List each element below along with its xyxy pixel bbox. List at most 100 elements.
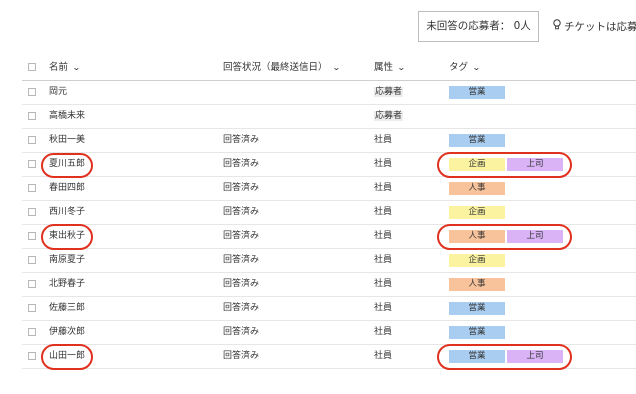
tag-badge[interactable]: 企画 — [449, 206, 505, 219]
table-body: 岡元 応募者 営業 高橋未来 応募者 秋田一美 回答済み 社員 営業 夏川五郎 回答済み 社員 企画 上司… — [22, 81, 636, 369]
applicant-name[interactable]: 高橋未来 — [49, 105, 85, 128]
answer-status: 回答済み — [223, 159, 260, 169]
table-row[interactable]: 山田一郎 回答済み 社員 営業 上司 — [22, 345, 636, 369]
header-tags[interactable]: タグ ⌄ — [449, 56, 481, 80]
attribute-cell: 応募者 — [374, 105, 404, 128]
tag-badge[interactable]: 営業 — [449, 326, 505, 339]
table-header: 名前 ⌄ 回答状況（最終送信日） ⌄ 属性 ⌄ タグ ⌄ — [22, 56, 636, 81]
row-checkbox[interactable] — [28, 208, 36, 216]
row-checkbox[interactable] — [28, 352, 36, 360]
tag-badge[interactable]: 企画 — [449, 158, 505, 171]
answer-status: 回答済み — [223, 135, 260, 145]
table-row[interactable]: 秋田一美 回答済み 社員 営業 — [22, 129, 636, 153]
attribute-label: 社員 — [374, 231, 393, 241]
header-attribute-label: 属性 — [374, 62, 394, 73]
attribute-label: 社員 — [374, 303, 393, 313]
attribute-label: 社員 — [374, 183, 393, 193]
attribute-cell: 社員 — [374, 177, 392, 200]
applicant-name[interactable]: 伊藤次郎 — [49, 321, 85, 344]
answer-status: 回答済み — [223, 231, 260, 241]
tag-badge[interactable]: 上司 — [507, 158, 563, 171]
table-row[interactable]: 東出秋子 回答済み 社員 人事 上司 — [22, 225, 636, 249]
row-checkbox[interactable] — [28, 328, 36, 336]
attribute-label: 応募者 — [374, 111, 404, 121]
answer-status: 回答済み — [223, 303, 260, 313]
table-row[interactable]: 夏川五郎 回答済み 社員 企画 上司 — [22, 153, 636, 177]
attribute-label: 社員 — [374, 207, 393, 217]
attribute-cell: 社員 — [374, 129, 392, 152]
table-row[interactable]: 伊藤次郎 回答済み 社員 営業 — [22, 321, 636, 345]
applicant-name[interactable]: 山田一郎 — [49, 345, 85, 368]
chevron-down-icon: ⌄ — [397, 63, 406, 72]
applicant-name[interactable]: 佐藤三郎 — [49, 297, 85, 320]
row-checkbox[interactable] — [28, 112, 36, 120]
row-checkbox[interactable] — [28, 304, 36, 312]
chevron-down-icon: ⌄ — [331, 63, 341, 72]
answer-status: 回答済み — [223, 207, 260, 217]
tag-badge[interactable]: 営業 — [449, 302, 505, 315]
header-attribute[interactable]: 属性 ⌄ — [374, 56, 406, 80]
attribute-cell: 社員 — [374, 345, 392, 368]
answer-status: 回答済み — [223, 327, 260, 337]
attribute-cell: 社員 — [374, 321, 392, 344]
answer-status: 回答済み — [223, 279, 260, 289]
tag-badge[interactable]: 企画 — [449, 254, 505, 267]
tag-badge[interactable]: 人事 — [449, 230, 505, 243]
applicant-name[interactable]: 南原夏子 — [49, 249, 85, 272]
attribute-cell: 社員 — [374, 249, 392, 272]
tag-badge[interactable]: 営業 — [449, 134, 505, 147]
tag-badge[interactable]: 上司 — [507, 350, 563, 363]
attribute-label: 社員 — [374, 159, 393, 169]
table-row[interactable]: 高橋未来 応募者 — [22, 105, 636, 129]
table-row[interactable]: 北野春子 回答済み 社員 人事 — [22, 273, 636, 297]
row-checkbox[interactable] — [28, 280, 36, 288]
applicant-name[interactable]: 西川冬子 — [49, 201, 85, 224]
applicant-table: 名前 ⌄ 回答状況（最終送信日） ⌄ 属性 ⌄ タグ ⌄ 岡元 応募者 営業 高橋未来 応募者秋… — [22, 56, 636, 369]
tag-badge[interactable]: 人事 — [449, 278, 505, 291]
attribute-label: 社員 — [374, 135, 393, 145]
table-row[interactable]: 春田四郎 回答済み 社員 人事 — [22, 177, 636, 201]
row-checkbox[interactable] — [28, 256, 36, 264]
chevron-down-icon: ⌄ — [472, 63, 481, 72]
ticket-link-label: チケットは応募 — [564, 21, 636, 33]
tag-badge[interactable]: 人事 — [449, 182, 505, 195]
row-checkbox[interactable] — [28, 160, 36, 168]
attribute-cell: 社員 — [374, 225, 392, 248]
table-row[interactable]: 岡元 応募者 営業 — [22, 81, 636, 105]
tag-badge[interactable]: 営業 — [449, 86, 505, 99]
table-row[interactable]: 南原夏子 回答済み 社員 企画 — [22, 249, 636, 273]
applicant-name[interactable]: 東出秋子 — [49, 225, 85, 248]
attribute-label: 応募者 — [374, 87, 404, 97]
answer-status: 回答済み — [223, 351, 260, 361]
applicant-name[interactable]: 岡元 — [49, 81, 67, 104]
header-status[interactable]: 回答状況（最終送信日） ⌄ — [223, 56, 341, 80]
attribute-cell: 社員 — [374, 297, 392, 320]
attribute-label: 社員 — [374, 327, 393, 337]
chevron-down-icon: ⌄ — [72, 63, 81, 72]
unanswered-count-button[interactable]: 未回答の応募者： 0人 — [418, 11, 539, 42]
attribute-label: 社員 — [374, 255, 393, 265]
lightbulb-icon — [552, 19, 562, 33]
attribute-cell: 社員 — [374, 273, 392, 296]
applicant-name[interactable]: 北野春子 — [49, 273, 85, 296]
attribute-cell: 社員 — [374, 201, 392, 224]
answer-status: 回答済み — [223, 183, 260, 193]
table-row[interactable]: 西川冬子 回答済み 社員 企画 — [22, 201, 636, 225]
row-checkbox[interactable] — [28, 232, 36, 240]
select-all-checkbox[interactable] — [28, 63, 36, 71]
header-status-label: 回答状況（最終送信日） — [223, 62, 328, 73]
tag-badge[interactable]: 上司 — [507, 230, 563, 243]
header-name[interactable]: 名前 ⌄ — [49, 56, 81, 80]
row-checkbox[interactable] — [28, 136, 36, 144]
attribute-cell: 応募者 — [374, 81, 404, 104]
applicant-name[interactable]: 夏川五郎 — [49, 153, 85, 176]
attribute-cell: 社員 — [374, 153, 392, 176]
row-checkbox[interactable] — [28, 184, 36, 192]
applicant-name[interactable]: 春田四郎 — [49, 177, 85, 200]
header-tags-label: タグ — [449, 62, 469, 73]
row-checkbox[interactable] — [28, 88, 36, 96]
ticket-link[interactable]: チケットは応募 — [552, 19, 636, 34]
applicant-name[interactable]: 秋田一美 — [49, 129, 85, 152]
tag-badge[interactable]: 営業 — [449, 350, 505, 363]
table-row[interactable]: 佐藤三郎 回答済み 社員 営業 — [22, 297, 636, 321]
